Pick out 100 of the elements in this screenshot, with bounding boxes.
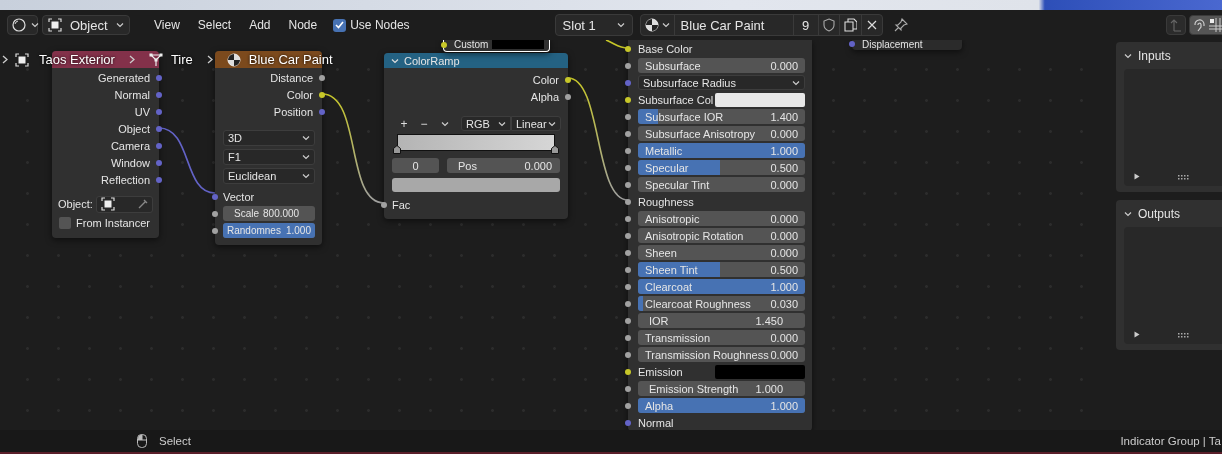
close-icon[interactable] bbox=[866, 20, 877, 30]
socket[interactable] bbox=[625, 368, 631, 375]
breadcrumb[interactable]: Tire bbox=[170, 52, 193, 67]
arrow-up-icon[interactable] bbox=[1170, 18, 1182, 32]
dropdown[interactable]: Subsurface Radius bbox=[638, 75, 805, 90]
socket[interactable] bbox=[625, 96, 631, 103]
socket[interactable] bbox=[625, 45, 631, 52]
socket[interactable] bbox=[625, 198, 631, 205]
slider-field[interactable]: Anisotropic 0.000 bbox=[638, 211, 805, 226]
slider-field[interactable]: Transmission 0.000 bbox=[638, 330, 805, 345]
socket-label: Color bbox=[286, 88, 313, 101]
slider-field[interactable]: Clearcoat Roughness 0.030 bbox=[638, 296, 805, 311]
grip-icon[interactable] bbox=[1178, 175, 1189, 180]
socket-label: Window bbox=[110, 156, 150, 169]
pin-icon[interactable] bbox=[893, 18, 908, 32]
socket[interactable] bbox=[625, 266, 631, 273]
user-count-button[interactable]: 9 bbox=[792, 15, 818, 35]
panel-title[interactable]: Inputs bbox=[1138, 49, 1171, 63]
number-field[interactable]: Emission Strength 1.000 bbox=[638, 381, 805, 396]
slider-field[interactable]: Specular Tint 0.000 bbox=[638, 177, 805, 192]
dropdown[interactable]: Euclidean bbox=[223, 167, 315, 184]
socket[interactable] bbox=[625, 385, 631, 392]
object-icon bbox=[100, 197, 115, 211]
grid-snap-icon[interactable] bbox=[1209, 18, 1222, 32]
copy-icon[interactable] bbox=[843, 18, 857, 32]
checkbox[interactable] bbox=[59, 217, 71, 229]
socket[interactable] bbox=[565, 93, 571, 100]
color-swatch[interactable] bbox=[715, 92, 805, 107]
slider-field[interactable]: Metallic 1.000 bbox=[638, 143, 805, 158]
slider-field[interactable]: Specular 0.500 bbox=[638, 160, 805, 175]
ramp-button[interactable]: + bbox=[394, 116, 414, 131]
socket[interactable] bbox=[625, 283, 631, 290]
number-field[interactable]: Pos 0.000 bbox=[447, 158, 560, 173]
menu-item[interactable]: Select bbox=[188, 15, 241, 35]
socket[interactable] bbox=[319, 91, 325, 98]
object-field[interactable] bbox=[95, 195, 153, 213]
expand-triangle-icon[interactable] bbox=[1134, 173, 1140, 180]
socket[interactable] bbox=[625, 402, 631, 409]
number-field[interactable]: IOR 1.450 bbox=[638, 313, 805, 328]
slider-field[interactable]: Sheen 0.000 bbox=[638, 245, 805, 260]
material-name-field[interactable]: Blue Car Paint bbox=[673, 15, 793, 35]
dropdown[interactable]: F1 bbox=[223, 148, 315, 165]
slot-dropdown[interactable]: Slot 1 bbox=[554, 14, 633, 36]
chevron-down-icon[interactable] bbox=[441, 120, 449, 127]
chevron-right-icon bbox=[206, 55, 213, 64]
socket-label: Subsurface Col bbox=[638, 93, 714, 106]
socket[interactable] bbox=[625, 130, 631, 137]
socket[interactable] bbox=[625, 351, 631, 358]
chevron-down-icon bbox=[302, 172, 310, 179]
ramp-stop-icon[interactable] bbox=[393, 145, 401, 154]
socket[interactable] bbox=[381, 201, 387, 208]
socket[interactable] bbox=[565, 76, 571, 83]
socket[interactable] bbox=[212, 227, 218, 234]
socket[interactable] bbox=[441, 41, 447, 48]
color-swatch[interactable] bbox=[492, 40, 544, 49]
magnet-icon[interactable] bbox=[1192, 18, 1206, 32]
breadcrumb[interactable]: Taos Exterior bbox=[39, 52, 115, 67]
slider-field[interactable]: Alpha 1.000 bbox=[638, 398, 805, 413]
socket[interactable] bbox=[625, 232, 631, 239]
shield-icon[interactable] bbox=[822, 18, 835, 32]
slider-field[interactable]: Transmission Roughness 0.000 bbox=[638, 347, 805, 362]
color-swatch[interactable] bbox=[392, 178, 560, 192]
color-swatch[interactable] bbox=[715, 364, 805, 379]
color-ramp-bar[interactable] bbox=[397, 134, 555, 151]
number-field[interactable]: Scale 800.000 bbox=[223, 206, 315, 221]
menu-item[interactable]: Node bbox=[279, 15, 327, 35]
socket[interactable] bbox=[625, 300, 631, 307]
socket[interactable] bbox=[625, 249, 631, 256]
socket[interactable] bbox=[625, 113, 631, 120]
menu-item[interactable]: Add bbox=[240, 15, 280, 35]
mode-dropdown[interactable]: Object bbox=[42, 15, 130, 35]
number-field[interactable]: 0 bbox=[392, 158, 439, 173]
menu-item[interactable]: View bbox=[145, 15, 189, 35]
socket[interactable] bbox=[625, 164, 631, 171]
socket[interactable] bbox=[625, 62, 631, 69]
slider-field[interactable]: Subsurface 0.000 bbox=[638, 58, 805, 73]
breadcrumb[interactable]: Blue Car Paint bbox=[248, 52, 333, 67]
panel-title[interactable]: Outputs bbox=[1138, 207, 1181, 221]
socket[interactable] bbox=[625, 334, 631, 341]
dropdown[interactable]: RGB bbox=[461, 116, 511, 131]
socket-label: Generated bbox=[98, 71, 150, 84]
socket[interactable] bbox=[212, 210, 218, 217]
ramp-stop-icon[interactable] bbox=[551, 145, 559, 154]
socket[interactable] bbox=[625, 147, 631, 154]
checkbox[interactable] bbox=[333, 18, 347, 32]
socket[interactable] bbox=[625, 317, 631, 324]
dropdown[interactable]: Linear bbox=[511, 116, 561, 131]
slider-field[interactable]: Subsurface Anisotropy 0.000 bbox=[638, 126, 805, 141]
expand-triangle-icon[interactable] bbox=[1134, 331, 1140, 338]
socket[interactable] bbox=[625, 181, 631, 188]
slider-field[interactable]: Sheen Tint 0.500 bbox=[638, 262, 805, 277]
editor-type-button[interactable] bbox=[7, 15, 38, 35]
dropdown[interactable]: 3D bbox=[223, 129, 315, 146]
slider-field[interactable]: Clearcoat 1.000 bbox=[638, 279, 805, 294]
socket[interactable] bbox=[625, 215, 631, 222]
slider-field[interactable]: Randomnes 1.000 bbox=[223, 223, 315, 238]
socket[interactable] bbox=[319, 74, 325, 81]
grip-icon[interactable] bbox=[1178, 333, 1189, 338]
slider-field[interactable]: Anisotropic Rotation 0.000 bbox=[638, 228, 805, 243]
ramp-button[interactable]: − bbox=[414, 116, 434, 131]
